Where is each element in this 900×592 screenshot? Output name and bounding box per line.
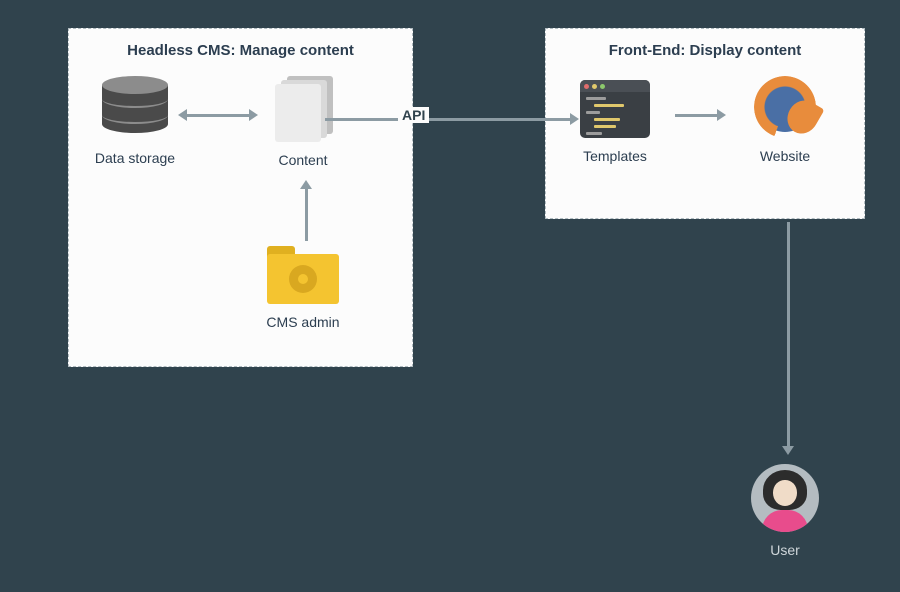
- arrow-content-templates: [325, 113, 579, 125]
- arrow-website-user: [782, 222, 794, 455]
- arrow-cmsadmin-content: [300, 180, 312, 241]
- node-cms-admin: CMS admin: [248, 246, 358, 330]
- connector-api-label: API: [398, 107, 429, 123]
- node-website-label: Website: [730, 148, 840, 164]
- panel-cms-title: Headless CMS: Manage content: [69, 29, 412, 67]
- node-templates-label: Templates: [560, 148, 670, 164]
- node-content-label: Content: [248, 152, 358, 168]
- browser-icon: [754, 76, 816, 138]
- arrow-templates-website: [675, 109, 726, 121]
- arrow-storage-content: [178, 109, 258, 121]
- user-avatar-icon: [751, 464, 819, 532]
- node-user-label: User: [730, 542, 840, 558]
- node-data-storage-label: Data storage: [80, 150, 190, 166]
- panel-frontend-title: Front-End: Display content: [546, 29, 864, 67]
- node-cms-admin-label: CMS admin: [248, 314, 358, 330]
- code-editor-icon: [580, 80, 650, 138]
- node-data-storage: Data storage: [80, 76, 190, 166]
- database-icon: [102, 76, 168, 140]
- folder-gear-icon: [267, 246, 339, 304]
- node-website: Website: [730, 76, 840, 164]
- documents-icon: [275, 76, 331, 142]
- node-user: User: [730, 464, 840, 558]
